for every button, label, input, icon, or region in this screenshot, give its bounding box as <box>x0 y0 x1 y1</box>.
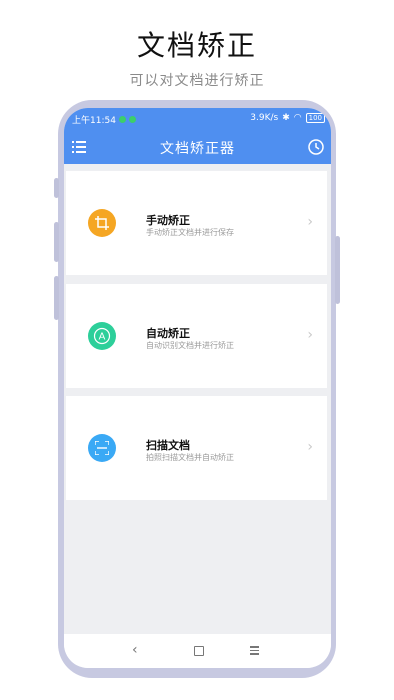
notification-dot-icon <box>128 116 136 123</box>
scan-document-card[interactable]: 扫描文档 拍照扫描文档并自动矫正 › <box>66 396 327 500</box>
chevron-right-icon: › <box>307 214 313 230</box>
network-speed: 3.9K/s <box>250 113 279 123</box>
card-title: 手动矫正 <box>146 214 190 227</box>
bluetooth-icon: ✱ <box>282 113 290 123</box>
auto-a-icon: A <box>88 322 116 350</box>
home-icon[interactable] <box>194 646 204 656</box>
manual-correct-card[interactable]: 手动矫正 手动矫正文档并进行保存 › <box>66 171 327 275</box>
status-bar: 上午11:54 3.9K/s ✱ ◠ 100 <box>64 108 331 130</box>
card-title: 扫描文档 <box>146 439 190 452</box>
system-nav-bar: ‹ <box>64 634 331 668</box>
phone-power-button <box>335 236 340 304</box>
status-time: 上午11:54 <box>72 116 116 126</box>
phone-screen: 上午11:54 3.9K/s ✱ ◠ 100 文档矫正器 手动矫正 手动矫正文档… <box>64 108 331 668</box>
svg-text:A: A <box>99 332 106 343</box>
recents-icon[interactable] <box>250 646 259 657</box>
crop-icon <box>88 209 116 237</box>
card-title: 自动矫正 <box>146 327 190 340</box>
scan-icon <box>88 434 116 462</box>
notification-dot-icon <box>118 116 126 123</box>
phone-side-button <box>54 222 59 262</box>
phone-side-button <box>54 276 59 320</box>
card-description: 自动识别文档并进行矫正 <box>146 341 234 350</box>
auto-correct-card[interactable]: A 自动矫正 自动识别文档并进行矫正 › <box>66 284 327 388</box>
card-description: 拍照扫描文档并自动矫正 <box>146 453 234 462</box>
chevron-right-icon: › <box>307 439 313 455</box>
phone-side-button <box>54 178 59 198</box>
wifi-icon: ◠ <box>293 113 302 123</box>
promo-subtitle: 可以对文档进行矫正 <box>129 73 265 89</box>
app-title: 文档矫正器 <box>160 141 235 157</box>
card-description: 手动矫正文档并进行保存 <box>146 228 234 237</box>
app-bar: 文档矫正器 <box>64 130 331 164</box>
history-icon[interactable] <box>307 138 325 156</box>
battery-icon: 100 <box>305 113 325 123</box>
back-icon[interactable]: ‹ <box>132 642 138 658</box>
chevron-right-icon: › <box>307 327 313 343</box>
promo-title: 文档矫正 <box>136 29 257 62</box>
